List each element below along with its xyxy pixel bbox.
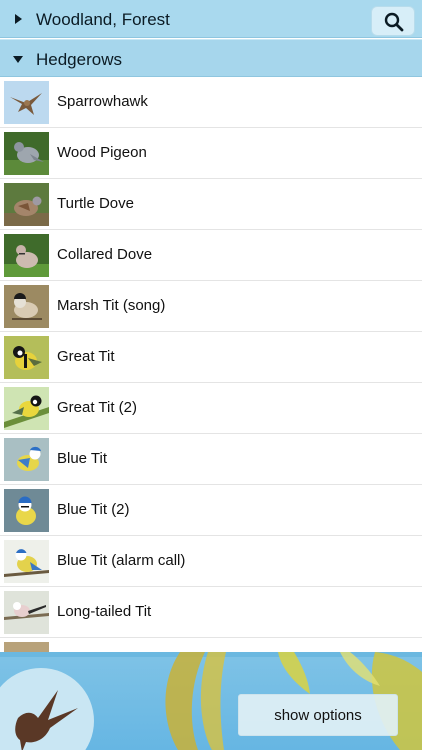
leaf-decoration-icon bbox=[165, 652, 226, 750]
turtle-dove-thumbnail bbox=[4, 183, 49, 226]
bird-name: Turtle Dove bbox=[57, 195, 134, 212]
section-header-woodland-forest[interactable]: Woodland, Forest bbox=[0, 0, 422, 38]
section-title: Hedgerows bbox=[36, 50, 122, 69]
list-item[interactable]: Collared Dove bbox=[0, 230, 422, 281]
bird-name: Great Tit bbox=[57, 348, 115, 365]
bird-name: Blue Tit bbox=[57, 450, 108, 467]
blue-tit-thumbnail bbox=[4, 438, 49, 481]
blue-tit-2-thumbnail bbox=[4, 489, 49, 532]
bird-name: Collared Dove bbox=[57, 246, 153, 263]
list-item[interactable]: Blue Tit (2) bbox=[0, 485, 422, 536]
bird-name: Great Tit (2) bbox=[57, 399, 138, 416]
bird-name: Blue Tit (2) bbox=[57, 501, 130, 518]
bird-list[interactable]: Sparrowhawk Wood Pigeon Turtle Dove Coll… bbox=[0, 77, 422, 652]
list-item[interactable]: Great Tit bbox=[0, 332, 422, 383]
bird-name: Long-tailed Tit bbox=[57, 603, 152, 620]
show-options-button[interactable]: show options bbox=[238, 694, 398, 736]
list-item[interactable]: Wood Pigeon bbox=[0, 128, 422, 179]
list-item[interactable]: Marsh Tit (song) bbox=[0, 281, 422, 332]
sparrowhawk-thumbnail bbox=[4, 81, 49, 124]
list-item[interactable]: Sparrowhawk bbox=[0, 77, 422, 128]
search-icon bbox=[384, 12, 404, 32]
list-item[interactable]: Turtle Dove bbox=[0, 179, 422, 230]
list-item[interactable]: Long-tailed Tit bbox=[0, 587, 422, 638]
collared-dove-thumbnail bbox=[4, 234, 49, 277]
blue-tit-alarm-thumbnail bbox=[4, 540, 49, 583]
wood-pigeon-thumbnail bbox=[4, 132, 49, 175]
section-title: Woodland, Forest bbox=[36, 10, 170, 29]
list-item[interactable]: Blue Tit (alarm call) bbox=[0, 536, 422, 587]
logo-badge bbox=[0, 668, 94, 750]
great-tit-2-thumbnail bbox=[4, 387, 49, 430]
marsh-tit-thumbnail bbox=[4, 285, 49, 328]
list-item[interactable]: Blue Tit bbox=[0, 434, 422, 485]
expanded-arrow-icon bbox=[13, 56, 23, 63]
great-tit-thumbnail bbox=[4, 336, 49, 379]
section-header-hedgerows[interactable]: Hedgerows bbox=[0, 39, 422, 77]
bird-name: Sparrowhawk bbox=[57, 93, 148, 110]
partial-thumbnail bbox=[4, 642, 49, 652]
list-item[interactable]: Great Tit (2) bbox=[0, 383, 422, 434]
collapsed-arrow-icon bbox=[15, 14, 22, 24]
long-tailed-tit-thumbnail bbox=[4, 591, 49, 634]
list-item[interactable] bbox=[0, 638, 422, 652]
bottom-banner: show options bbox=[0, 652, 422, 750]
bird-name: Wood Pigeon bbox=[57, 144, 147, 161]
bird-name: Marsh Tit (song) bbox=[57, 297, 166, 314]
bird-name: Blue Tit (alarm call) bbox=[57, 552, 186, 569]
swallow-logo-icon bbox=[15, 690, 78, 750]
search-button[interactable] bbox=[371, 6, 415, 36]
